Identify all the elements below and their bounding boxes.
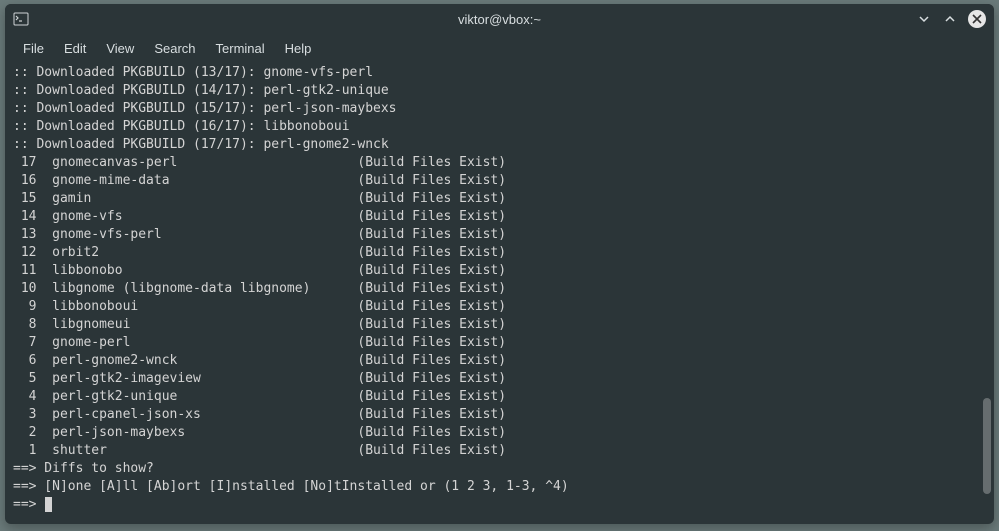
menubar: File Edit View Search Terminal Help [5,34,994,62]
menu-terminal[interactable]: Terminal [206,37,275,60]
prompt-options: ==> [N]one [A]ll [Ab]ort [I]nstalled [No… [13,478,986,496]
package-row: 15 gamin (Build Files Exist) [13,190,986,208]
package-row: 17 gnomecanvas-perl (Build Files Exist) [13,154,986,172]
download-line: :: Downloaded PKGBUILD (16/17): libbonob… [13,118,986,136]
close-button[interactable] [968,10,986,28]
window-controls [916,10,986,28]
terminal-window: viktor@vbox:~ File Edit View Search Term… [5,4,994,524]
package-row: 16 gnome-mime-data (Build Files Exist) [13,172,986,190]
download-line: :: Downloaded PKGBUILD (14/17): perl-gtk… [13,82,986,100]
menu-search[interactable]: Search [144,37,205,60]
package-row: 13 gnome-vfs-perl (Build Files Exist) [13,226,986,244]
package-row: 3 perl-cpanel-json-xs (Build Files Exist… [13,406,986,424]
cursor-icon [45,497,52,512]
menu-help[interactable]: Help [275,37,322,60]
prompt-diffs: ==> Diffs to show? [13,460,986,478]
download-line: :: Downloaded PKGBUILD (17/17): perl-gno… [13,136,986,154]
terminal-icon [13,11,29,27]
prompt-cursor[interactable]: ==> [13,496,986,514]
package-row: 1 shutter (Build Files Exist) [13,442,986,460]
menu-view[interactable]: View [96,37,144,60]
minimize-button[interactable] [916,11,932,27]
package-row: 9 libbonoboui (Build Files Exist) [13,298,986,316]
package-row: 8 libgnomeui (Build Files Exist) [13,316,986,334]
download-line: :: Downloaded PKGBUILD (13/17): gnome-vf… [13,64,986,82]
package-row: 12 orbit2 (Build Files Exist) [13,244,986,262]
maximize-button[interactable] [942,11,958,27]
menu-edit[interactable]: Edit [54,37,96,60]
terminal-output[interactable]: :: Downloaded PKGBUILD (13/17): gnome-vf… [5,62,994,524]
package-row: 11 libbonobo (Build Files Exist) [13,262,986,280]
window-title: viktor@vbox:~ [458,12,541,27]
titlebar: viktor@vbox:~ [5,4,994,34]
menu-file[interactable]: File [13,37,54,60]
package-row: 2 perl-json-maybexs (Build Files Exist) [13,424,986,442]
package-row: 10 libgnome (libgnome-data libgnome) (Bu… [13,280,986,298]
package-row: 4 perl-gtk2-unique (Build Files Exist) [13,388,986,406]
scrollbar-thumb[interactable] [983,398,991,494]
package-row: 7 gnome-perl (Build Files Exist) [13,334,986,352]
package-row: 6 perl-gnome2-wnck (Build Files Exist) [13,352,986,370]
package-row: 5 perl-gtk2-imageview (Build Files Exist… [13,370,986,388]
download-line: :: Downloaded PKGBUILD (15/17): perl-jso… [13,100,986,118]
package-row: 14 gnome-vfs (Build Files Exist) [13,208,986,226]
